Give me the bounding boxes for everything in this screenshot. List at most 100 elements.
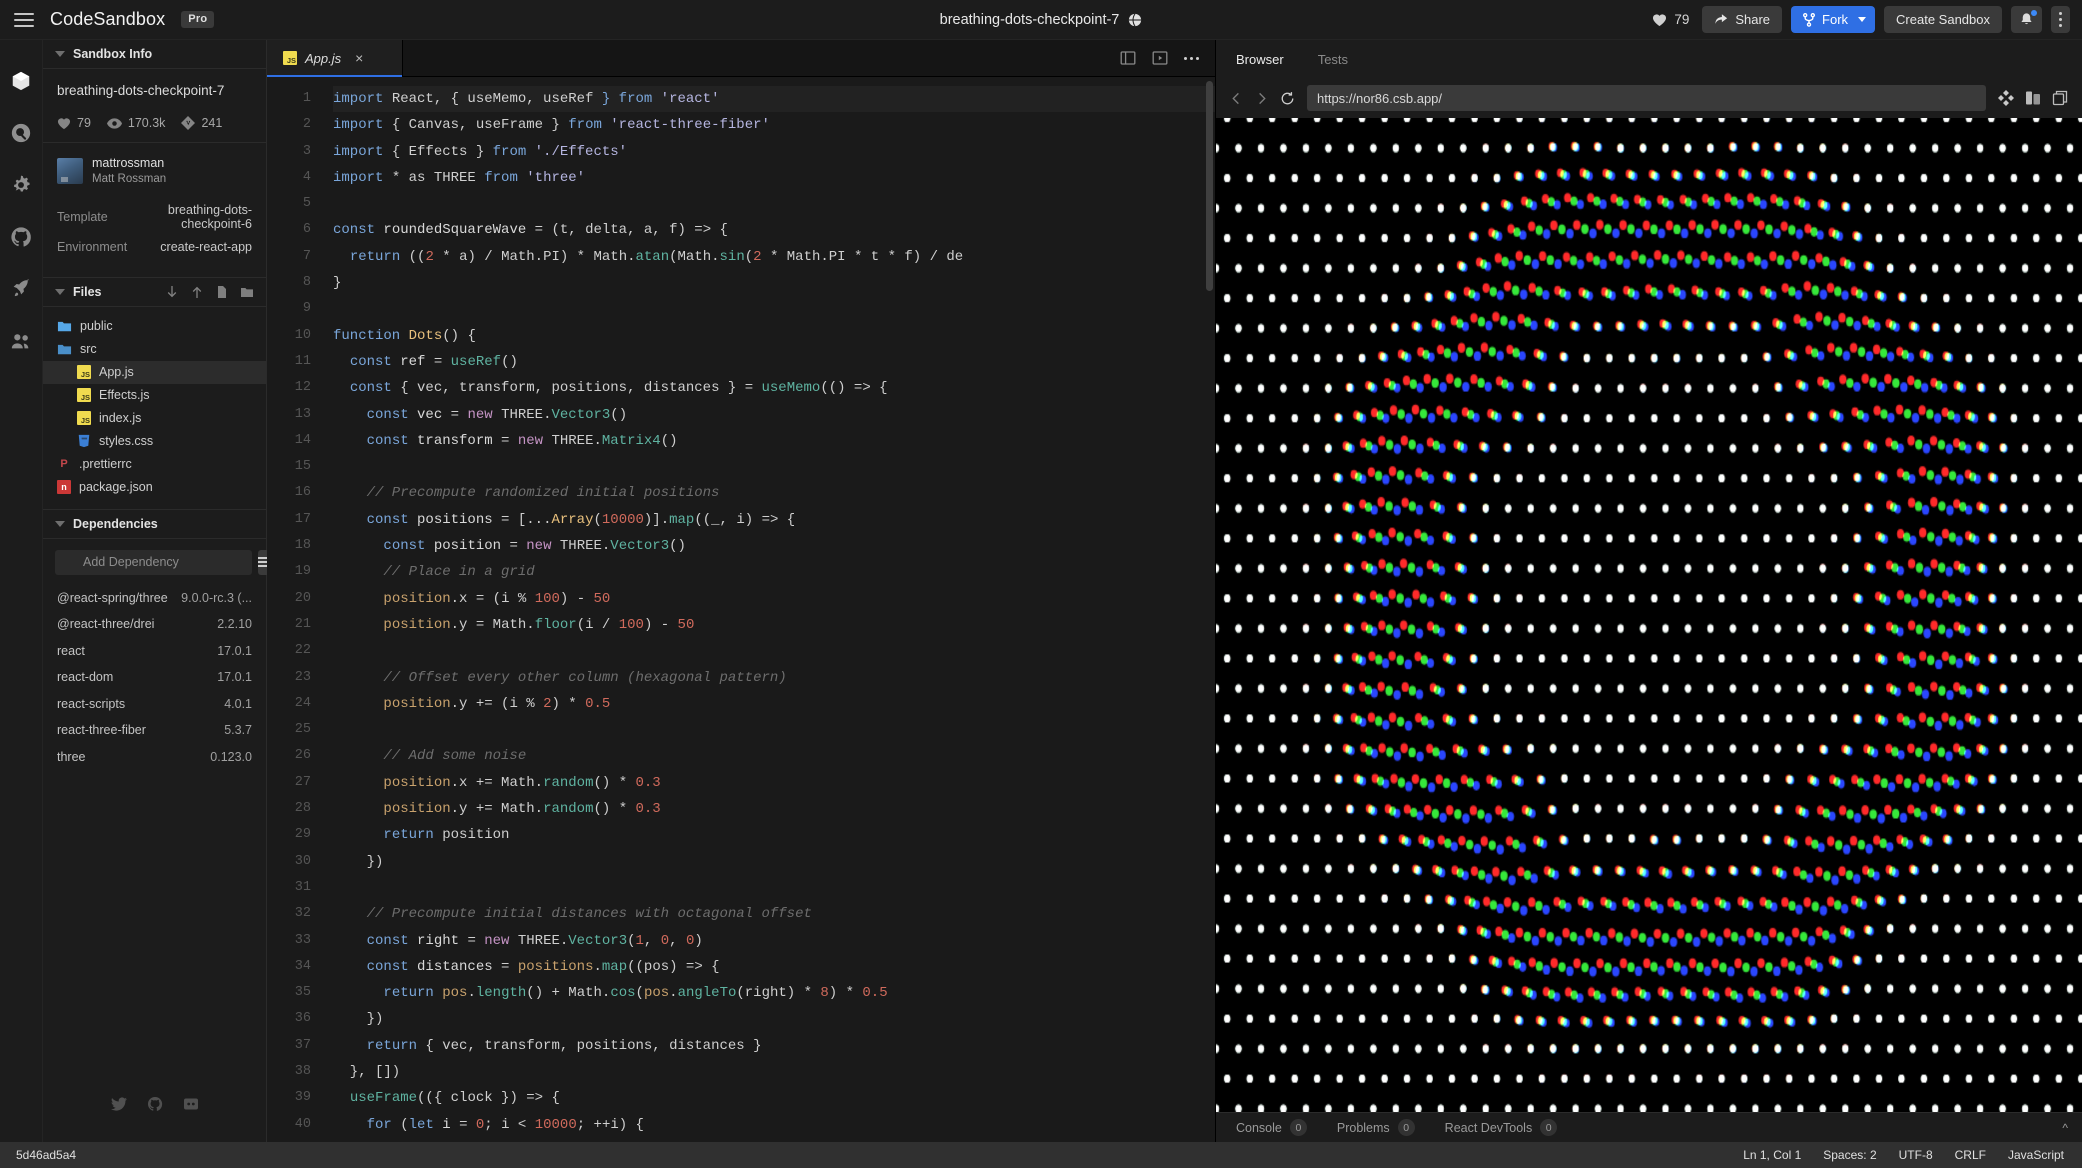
new-file-icon[interactable] <box>215 285 229 299</box>
file-row-src[interactable]: src <box>43 338 266 361</box>
meta-row-template: Environment create-react-app <box>57 240 252 254</box>
file-row-public[interactable]: public <box>43 315 266 338</box>
search-icon[interactable] <box>10 122 32 144</box>
like-count: 79 <box>1674 12 1690 27</box>
share-button[interactable]: Share <box>1702 6 1783 33</box>
tab-app-js[interactable]: JS App.js × <box>267 40 403 77</box>
code-area[interactable]: 1 2 3 4 5 6 7 8 9 10 11 12 13 14 15 16 17 18 19 20 21 22 23 24 2… <box>267 77 1215 1142</box>
menu-icon[interactable] <box>14 12 34 27</box>
breathing-dots-canvas[interactable] <box>1216 118 2082 1112</box>
new-folder-icon[interactable] <box>240 285 254 299</box>
file-name: Effects.js <box>99 388 150 403</box>
encoding[interactable]: UTF-8 <box>1899 1148 1933 1162</box>
chevron-up-icon[interactable]: ^ <box>2062 1121 2068 1135</box>
chevron-down-icon <box>55 288 65 295</box>
notifications-button[interactable] <box>2011 6 2042 33</box>
forward-icon[interactable] <box>1255 92 1268 105</box>
run-preview-icon[interactable] <box>1152 50 1168 66</box>
upload-icon[interactable] <box>190 285 204 299</box>
browser-preview[interactable] <box>1216 118 2082 1112</box>
editor-scrollbar[interactable] <box>1203 77 1215 1142</box>
likes-stat[interactable]: 79 <box>57 116 91 130</box>
file-row-package-json[interactable]: n package.json <box>43 476 266 499</box>
code-line: const positions = [...Array(10000)].map(… <box>366 511 796 528</box>
responsive-mode-icon[interactable] <box>2025 90 2041 106</box>
cursor-position[interactable]: Ln 1, Col 1 <box>1743 1148 1801 1162</box>
owner-row[interactable]: mattrossman Matt Rossman <box>57 156 252 187</box>
tab-browser[interactable]: Browser <box>1236 52 1284 67</box>
pro-badge: Pro <box>181 11 215 28</box>
indent-setting[interactable]: Spaces: 2 <box>1823 1148 1876 1162</box>
fork-button[interactable]: Fork <box>1791 6 1876 33</box>
tab-tests[interactable]: Tests <box>1318 52 1348 67</box>
sandbox-info-title: Sandbox Info <box>73 47 153 61</box>
url-input[interactable] <box>1307 85 1986 111</box>
more-menu-button[interactable] <box>2051 6 2070 33</box>
dependency-search-row <box>43 539 270 585</box>
dependency-row[interactable]: @react-spring/three 9.0.0-rc.3 (... <box>43 585 266 612</box>
code-content[interactable]: import React, { useMemo, useRef } from '… <box>323 77 1215 1142</box>
back-icon[interactable] <box>1230 92 1243 105</box>
gear-icon[interactable] <box>10 174 32 196</box>
code-line: }, []) <box>333 1063 401 1080</box>
chevron-down-icon[interactable] <box>1858 17 1867 22</box>
code-line: position.x += Math.random() * 0.3 <box>383 774 661 791</box>
rocket-icon[interactable] <box>10 278 32 300</box>
console-label: Console <box>1236 1120 1282 1135</box>
share-label: Share <box>1735 12 1771 27</box>
add-dependency-input[interactable] <box>55 549 252 575</box>
tab-react-devtools[interactable]: React DevTools 0 <box>1445 1119 1558 1136</box>
file-row-app-js[interactable]: JS App.js <box>43 360 266 384</box>
language-mode[interactable]: JavaScript <box>2008 1148 2064 1162</box>
tab-console[interactable]: Console 0 <box>1236 1119 1307 1136</box>
editor-actions <box>1120 40 1215 76</box>
create-sandbox-label: Create Sandbox <box>1896 12 1990 27</box>
github-icon[interactable] <box>147 1096 163 1112</box>
reload-icon[interactable] <box>1280 91 1295 106</box>
code-line: position.y += Math.random() * 0.3 <box>383 801 661 818</box>
dependency-row[interactable]: react-dom 17.0.1 <box>43 664 266 691</box>
sandbox-icon[interactable] <box>10 70 32 92</box>
sandbox-info-header[interactable]: Sandbox Info <box>43 40 266 69</box>
dependency-row[interactable]: @react-three/drei 2.2.10 <box>43 611 266 638</box>
problems-count: 0 <box>1397 1119 1415 1136</box>
file-row-prettierrc[interactable]: P .prettierrc <box>43 453 266 476</box>
open-external-icon[interactable] <box>2052 90 2068 106</box>
chevron-down-icon <box>55 51 65 57</box>
app-body: Sandbox Info breathing-dots-checkpoint-7… <box>0 40 2082 1142</box>
live-users-icon[interactable] <box>10 330 32 352</box>
dependency-row[interactable]: react 17.0.1 <box>43 638 266 665</box>
scrollbar-thumb[interactable] <box>1206 81 1213 291</box>
header-like-group[interactable]: 79 <box>1652 12 1689 27</box>
react-devtools-icon[interactable] <box>1998 90 2014 106</box>
code-line: const right = new THREE.Vector3(1, 0, 0) <box>366 932 703 949</box>
twitter-icon[interactable] <box>110 1096 127 1112</box>
code-line: import * as THREE from 'three' <box>333 169 586 186</box>
split-view-icon[interactable] <box>1120 50 1136 66</box>
files-header[interactable]: Files <box>43 278 266 307</box>
file-row-effects-js[interactable]: JS Effects.js <box>43 384 266 407</box>
meta-value: create-react-app <box>160 239 252 254</box>
preview-tabs: Browser Tests <box>1216 40 2082 78</box>
github-icon[interactable] <box>10 226 32 248</box>
dependency-row[interactable]: react-scripts 4.0.1 <box>43 691 266 718</box>
sandbox-title[interactable]: breathing-dots-checkpoint-7 <box>940 12 1120 28</box>
preview-actions <box>1998 90 2068 106</box>
download-icon[interactable] <box>165 285 179 299</box>
discord-icon[interactable] <box>183 1096 199 1112</box>
tab-problems[interactable]: Problems 0 <box>1337 1119 1415 1136</box>
file-row-styles-css[interactable]: styles.css <box>43 430 266 453</box>
dependencies-header[interactable]: Dependencies <box>43 510 266 539</box>
create-sandbox-button[interactable]: Create Sandbox <box>1884 6 2002 33</box>
dependency-row[interactable]: three 0.123.0 <box>43 744 266 771</box>
editor-more-icon[interactable] <box>1184 56 1199 60</box>
close-icon[interactable]: × <box>355 51 363 65</box>
dependency-row[interactable]: react-three-fiber 5.3.7 <box>43 717 266 744</box>
js-file-icon: JS <box>283 51 297 65</box>
sidebar-social-links <box>43 1096 266 1112</box>
file-row-index-js[interactable]: JS index.js <box>43 407 266 430</box>
code-line: position.y = Math.floor(i / 100) - 50 <box>383 616 695 633</box>
line-ending[interactable]: CRLF <box>1955 1148 1986 1162</box>
